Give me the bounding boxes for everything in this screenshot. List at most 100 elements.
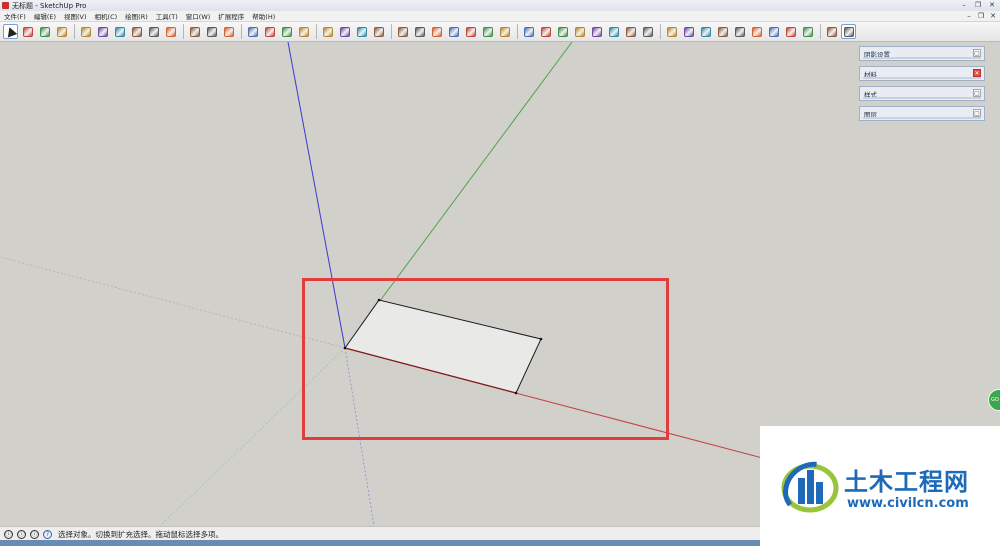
su-logo-button[interactable] <box>841 24 856 39</box>
section-display-icon <box>683 26 694 37</box>
doc-restore-button[interactable]: ❐ <box>976 12 986 20</box>
warehouse-button[interactable] <box>320 24 335 39</box>
extension-warehouse-button[interactable] <box>337 24 352 39</box>
fog-button[interactable] <box>749 24 764 39</box>
account-icon[interactable]: ⓘ <box>30 529 39 539</box>
send-to-layout-button[interactable] <box>371 24 386 39</box>
tray-layers[interactable]: 图层 ▢ <box>859 106 985 121</box>
solid-intersect-button[interactable] <box>572 24 587 39</box>
sandbox-contours-button[interactable] <box>463 24 478 39</box>
paint-bucket-tool-button[interactable] <box>221 24 236 39</box>
sandbox-grid-button[interactable] <box>446 24 461 39</box>
face-style-button[interactable] <box>800 24 815 39</box>
doc-minimize-button[interactable]: – <box>964 12 974 20</box>
sandbox-flip-button[interactable] <box>497 24 512 39</box>
tray-styles[interactable]: 样式 ▢ <box>859 86 985 101</box>
sandbox-detail-icon <box>482 26 493 37</box>
solid-intersect-icon <box>574 26 585 37</box>
doc-close-button[interactable]: ✕ <box>988 12 998 20</box>
solid-split-button[interactable] <box>589 24 604 39</box>
tray-close-button[interactable]: ✕ <box>973 69 981 77</box>
pan-tool-button[interactable] <box>262 24 277 39</box>
tray-shadows[interactable]: 阴影设置 ▢ <box>859 46 985 61</box>
sketchup-app-icon <box>2 2 9 9</box>
push-pull-tool-button[interactable] <box>95 24 110 39</box>
edge-style-button[interactable] <box>783 24 798 39</box>
line-tool-button[interactable] <box>37 24 52 39</box>
shadow-button[interactable] <box>732 24 747 39</box>
menu-tools[interactable]: 工具(T) <box>152 11 182 21</box>
follow-me-tool-button[interactable] <box>112 24 127 39</box>
layout-button[interactable] <box>354 24 369 39</box>
status-bar: ⓘ ⓘ ⓘ ? 选择对象。切换到扩充选择。拖动鼠标选择多项。 <box>0 526 760 541</box>
rectangle-tool-button[interactable] <box>78 24 93 39</box>
tray-scrollbar[interactable] <box>863 57 981 59</box>
fog-icon <box>751 26 762 37</box>
move-tool-button[interactable] <box>129 24 144 39</box>
menu-edit[interactable]: 编辑(E) <box>30 11 60 21</box>
arc-tool-button[interactable] <box>54 24 69 39</box>
orbit-tool-button[interactable] <box>245 24 260 39</box>
select-tool-button[interactable] <box>3 24 18 39</box>
sandbox-detail-button[interactable] <box>480 24 495 39</box>
document-controls: – ❐ ✕ <box>964 12 998 20</box>
menu-view[interactable]: 视图(V) <box>60 11 91 21</box>
style-button[interactable] <box>766 24 781 39</box>
tape-measure-tool-button[interactable] <box>187 24 202 39</box>
tray-scrollbar[interactable] <box>863 77 981 79</box>
zoom-extents-tool-button[interactable] <box>296 24 311 39</box>
minimize-button[interactable]: – <box>958 1 970 9</box>
menu-extensions[interactable]: 扩展程序 <box>214 11 248 21</box>
edge-style-icon <box>785 26 796 37</box>
tray-toggle-button[interactable]: ▢ <box>973 49 981 57</box>
layout-icon <box>356 26 367 37</box>
move-tool-icon <box>131 26 142 37</box>
section-plane-button[interactable] <box>664 24 679 39</box>
solid-union-icon <box>523 26 534 37</box>
text-tool-button[interactable] <box>204 24 219 39</box>
section-display-button[interactable] <box>681 24 696 39</box>
solid-shell-icon <box>608 26 619 37</box>
solid-union-button[interactable] <box>521 24 536 39</box>
solid-outer-button[interactable] <box>623 24 638 39</box>
solid-shell-button[interactable] <box>606 24 621 39</box>
tray-scrollbar[interactable] <box>863 117 981 119</box>
tray-materials[interactable]: 材料 ✕ <box>859 66 985 81</box>
geo-location-icon[interactable]: ⓘ <box>4 529 13 539</box>
section-cut-icon <box>700 26 711 37</box>
sandbox-drape-button[interactable] <box>429 24 444 39</box>
menu-file[interactable]: 文件(F) <box>0 11 30 21</box>
ruby-console-button[interactable] <box>824 24 839 39</box>
tray-toggle-button[interactable]: ▢ <box>973 109 981 117</box>
rotate-tool-button[interactable] <box>146 24 161 39</box>
section-fill-button[interactable] <box>715 24 730 39</box>
scale-tool-button[interactable] <box>163 24 178 39</box>
solid-inspector-button[interactable] <box>640 24 655 39</box>
window-title: 无标题 - SketchUp Pro <box>12 1 87 10</box>
credits-icon[interactable]: ⓘ <box>17 529 26 539</box>
line-tool-icon <box>39 26 50 37</box>
tray-scrollbar[interactable] <box>863 97 981 99</box>
tray-toggle-button[interactable]: ▢ <box>973 89 981 97</box>
eraser-tool-button[interactable] <box>20 24 35 39</box>
menu-camera[interactable]: 相机(C) <box>91 11 122 21</box>
sandbox-drape-icon <box>431 26 442 37</box>
menu-help[interactable]: 帮助(H) <box>248 11 279 21</box>
ruby-console-icon <box>826 26 837 37</box>
section-cut-button[interactable] <box>698 24 713 39</box>
sandbox-stamp-button[interactable] <box>412 24 427 39</box>
menu-window[interactable]: 窗口(W) <box>182 11 215 21</box>
close-button[interactable]: ✕ <box>986 1 998 9</box>
sandbox-smoove-button[interactable] <box>395 24 410 39</box>
solid-subtract-button[interactable] <box>538 24 553 39</box>
menu-draw[interactable]: 绘图(R) <box>121 11 152 21</box>
solid-trim-button[interactable] <box>555 24 570 39</box>
toolbar-separator <box>183 24 184 39</box>
maximize-button[interactable]: ❐ <box>972 1 984 9</box>
sandbox-grid-icon <box>448 26 459 37</box>
text-tool-icon <box>206 26 217 37</box>
instructor-icon[interactable]: ? <box>43 529 52 539</box>
solid-outer-icon <box>625 26 636 37</box>
tape-measure-tool-icon <box>189 26 200 37</box>
zoom-tool-button[interactable] <box>279 24 294 39</box>
